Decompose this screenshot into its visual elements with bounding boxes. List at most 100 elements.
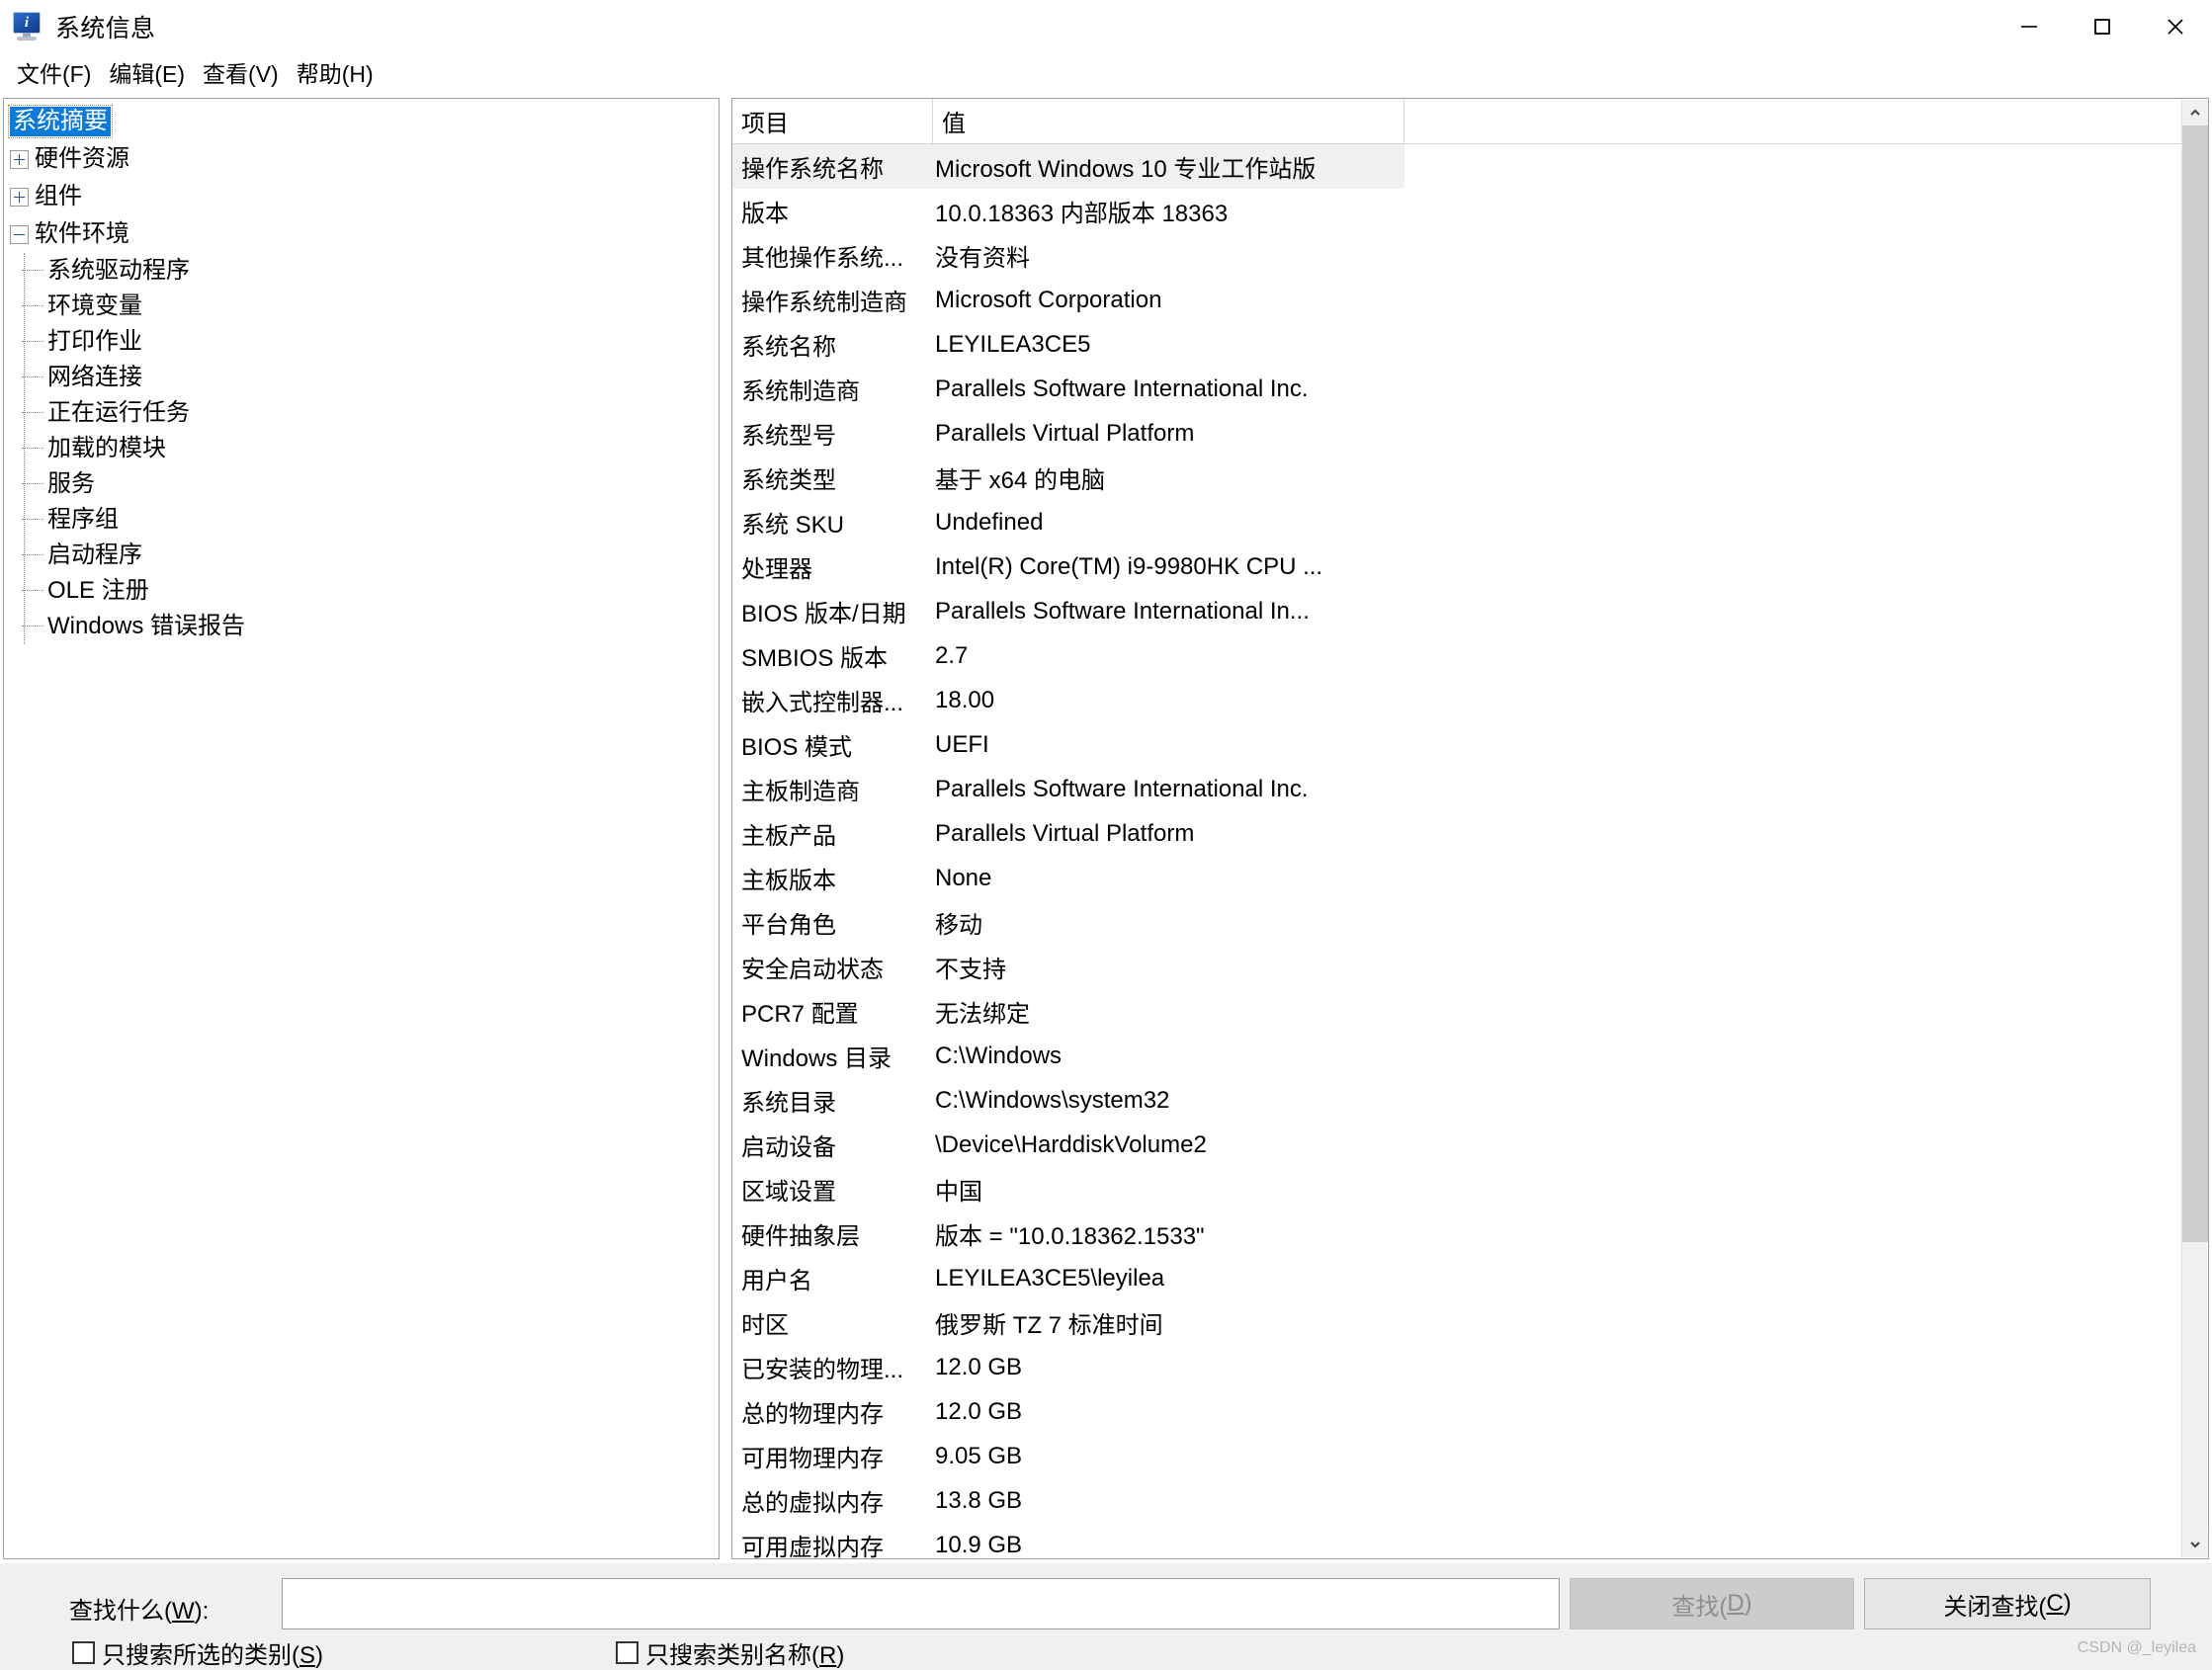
tree-item-child[interactable]: 启动程序 [10, 538, 719, 573]
table-row[interactable]: 可用物理内存 9.05 GB [732, 1434, 2208, 1478]
table-cell-value: 不支持 [935, 957, 1006, 983]
table-row[interactable]: 时区 俄罗斯 TZ 7 标准时间 [732, 1300, 2208, 1345]
table-row[interactable]: 其他操作系统... 没有资料 [732, 233, 2208, 278]
menu-item-file[interactable]: 文件(F) [8, 53, 100, 91]
tree-item-root[interactable]: 硬件资源 [10, 140, 719, 178]
table-row[interactable]: 嵌入式控制器... 18.00 [732, 678, 2208, 722]
table-row[interactable]: 系统目录 C:\Windows\system32 [732, 1078, 2208, 1123]
tree-item-child[interactable]: OLE 注册 [10, 573, 719, 609]
expand-plus-icon[interactable] [10, 149, 29, 169]
table-row[interactable]: 系统类型 基于 x64 的电脑 [732, 456, 2208, 500]
column-header-item[interactable]: 项目 [732, 99, 933, 143]
tree-guide-stub [22, 376, 43, 378]
checkbox-box[interactable] [616, 1641, 638, 1664]
table-row[interactable]: 区域设置 中国 [732, 1167, 2208, 1211]
tree-item-child[interactable]: 环境变量 [10, 289, 719, 324]
category-tree-panel[interactable]: 系统摘要 硬件资源 组件 软件环境 系统驱动程序 环境变量 打印作业 网络连接 正在运行任务 加载… [3, 98, 720, 1559]
table-row[interactable]: 系统型号 Parallels Virtual Platform [732, 411, 2208, 456]
tree-item-root[interactable]: 组件 [10, 178, 719, 215]
tree-item-label: 启动程序 [47, 542, 142, 568]
tree-item-label: OLE 注册 [47, 577, 149, 604]
find-what-input[interactable] [282, 1578, 1560, 1629]
tree-item-label: 程序组 [47, 506, 119, 533]
table-row[interactable]: 硬件抽象层 版本 = "10.0.18362.1533" [732, 1211, 2208, 1256]
table-row[interactable]: 主板版本 None [732, 856, 2208, 900]
table-row[interactable]: 已安装的物理... 12.0 GB [732, 1345, 2208, 1389]
table-row[interactable]: PCR7 配置 无法绑定 [732, 989, 2208, 1034]
table-row[interactable]: 可用虚拟内存 10.9 GB [732, 1523, 2208, 1559]
table-row[interactable]: 启动设备 \Device\HarddiskVolume2 [732, 1123, 2208, 1167]
expand-plus-icon[interactable] [10, 187, 29, 207]
find-button-prefix: 查找( [1671, 1593, 1728, 1621]
close-button[interactable] [2139, 0, 2212, 52]
table-cell-value: UEFI [935, 730, 989, 758]
table-row[interactable]: BIOS 模式 UEFI [732, 722, 2208, 767]
find-what-label-prefix: 查找什么( [69, 1598, 172, 1625]
table-row[interactable]: 用户名 LEYILEA3CE5\leyilea [732, 1256, 2208, 1300]
tree-item-child[interactable]: 加载的模块 [10, 431, 719, 466]
table-row[interactable]: 操作系统名称 Microsoft Windows 10 专业工作站版 [732, 144, 1404, 189]
tree-item-child[interactable]: 系统驱动程序 [10, 253, 719, 289]
tree-item-label: Windows 错误报告 [47, 613, 246, 639]
tree-guide-stub [22, 519, 43, 521]
scrollbar-thumb[interactable] [2182, 125, 2208, 1242]
tree-item-child[interactable]: 程序组 [10, 502, 719, 538]
table-cell-value: 9.05 GB [935, 1442, 1023, 1469]
table-cell-item: 总的虚拟内存 [741, 1490, 884, 1517]
table-row[interactable]: 系统名称 LEYILEA3CE5 [732, 322, 2208, 367]
tree-guide-stub [22, 626, 43, 627]
checkbox-box[interactable] [72, 1641, 95, 1664]
table-cell-value: None [935, 864, 992, 891]
close-find-button[interactable]: 关闭查找(C) [1864, 1578, 2151, 1629]
tree-item-root[interactable]: 系统摘要 [8, 103, 719, 140]
table-row[interactable]: 操作系统制造商 Microsoft Corporation [732, 278, 2208, 322]
menu-item-view[interactable]: 查看(V) [194, 53, 288, 91]
table-header-row: 项目 值 [732, 99, 2208, 144]
table-row[interactable]: 处理器 Intel(R) Core(TM) i9-9980HK CPU ... [732, 544, 2208, 589]
tree-item-child[interactable]: 打印作业 [10, 324, 719, 360]
table-cell-item: 区域设置 [741, 1179, 836, 1206]
scroll-down-arrow-icon[interactable] [2182, 1532, 2208, 1557]
table-cell-item: 系统目录 [741, 1090, 836, 1117]
table-cell-value: Parallels Software International Inc. [935, 775, 1309, 802]
table-row[interactable]: SMBIOS 版本 2.7 [732, 633, 2208, 678]
menu-item-edit[interactable]: 编辑(E) [100, 53, 194, 91]
scroll-up-arrow-icon[interactable] [2182, 100, 2208, 125]
tree-item-child[interactable]: 服务 [10, 466, 719, 502]
table-row[interactable]: 主板产品 Parallels Virtual Platform [732, 811, 2208, 856]
table-cell-item: 可用虚拟内存 [741, 1535, 884, 1559]
table-row[interactable]: 主板制造商 Parallels Software International In… [732, 767, 2208, 811]
find-button[interactable]: 查找(D) [1570, 1578, 1854, 1629]
table-vertical-scrollbar[interactable] [2181, 100, 2208, 1557]
tree-item-root[interactable]: 软件环境 [10, 215, 719, 253]
table-cell-item: 系统制造商 [741, 378, 860, 405]
table-row[interactable]: 安全启动状态 不支持 [732, 945, 2208, 989]
details-table-panel[interactable]: 项目 值 操作系统名称 Microsoft Windows 10 专业工作站版 版本… [731, 98, 2209, 1559]
menu-item-help[interactable]: 帮助(H) [288, 53, 383, 91]
find-button-accel: D [1727, 1590, 1744, 1617]
table-cell-item: 主板制造商 [741, 779, 860, 805]
table-cell-value: Microsoft Corporation [935, 286, 1162, 313]
table-cell-value: Intel(R) Core(TM) i9-9980HK CPU ... [935, 552, 1323, 580]
table-row[interactable]: 版本 10.0.18363 内部版本 18363 [732, 189, 2208, 233]
tree-item-child[interactable]: 正在运行任务 [10, 395, 719, 431]
minimize-button[interactable] [1993, 0, 2066, 52]
column-header-value[interactable]: 值 [933, 99, 1404, 143]
tree-item-child[interactable]: 网络连接 [10, 360, 719, 395]
table-row[interactable]: 系统 SKU Undefined [732, 500, 2208, 544]
table-cell-value: 10.0.18363 内部版本 18363 [935, 201, 1229, 227]
table-row[interactable]: Windows 目录 C:\Windows [732, 1034, 2208, 1078]
table-row[interactable]: 系统制造商 Parallels Software International In… [732, 367, 2208, 411]
table-row[interactable]: BIOS 版本/日期 Parallels Software Internation… [732, 589, 2208, 633]
table-row[interactable]: 平台角色 移动 [732, 900, 2208, 945]
table-row[interactable]: 总的虚拟内存 13.8 GB [732, 1478, 2208, 1523]
table-cell-item: 其他操作系统... [741, 245, 904, 272]
checkbox-label-suffix: ) [315, 1642, 324, 1669]
maximize-button[interactable] [2066, 0, 2139, 52]
search-category-names-checkbox[interactable]: 只搜索类别名称(R) [616, 1635, 844, 1670]
collapse-minus-icon[interactable] [10, 224, 29, 244]
table-row[interactable]: 总的物理内存 12.0 GB [732, 1389, 2208, 1434]
tree-item-child[interactable]: Windows 错误报告 [10, 609, 719, 644]
search-selected-category-checkbox[interactable]: 只搜索所选的类别(S) [72, 1635, 323, 1670]
table-cell-value: C:\Windows\system32 [935, 1086, 1170, 1114]
